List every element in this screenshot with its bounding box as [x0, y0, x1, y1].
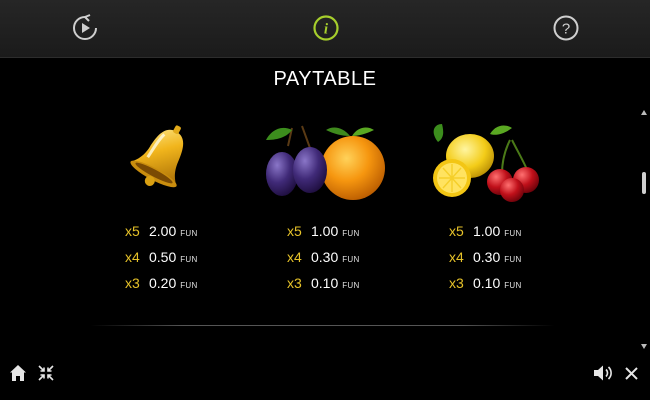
svg-text:i: i: [324, 22, 329, 38]
payout-amount: 0.20: [149, 275, 177, 291]
payout-amount: 2.00: [149, 223, 177, 239]
currency: FUN: [180, 255, 198, 264]
payout-row: x3 0.20 FUN: [125, 273, 245, 299]
home-button[interactable]: [9, 364, 27, 387]
scroll-up-arrow[interactable]: [641, 110, 647, 115]
home-icon: [10, 365, 26, 381]
symbol-lemon-cherry: [424, 118, 546, 210]
payout-row: x4 0.30 FUN: [449, 247, 569, 273]
scroll-thumb[interactable]: [642, 172, 646, 194]
multiplier: x4: [449, 249, 464, 265]
payout-amount: 0.30: [473, 249, 501, 265]
collapse-button[interactable]: [38, 365, 54, 386]
paytable-group-2: x5 1.00 FUN x4 0.30 FUN x3 0.10 FUN: [287, 221, 407, 299]
currency: FUN: [342, 229, 360, 238]
payout-row: x5 1.00 FUN: [449, 221, 569, 247]
payout-amount: 0.30: [311, 249, 339, 265]
currency: FUN: [504, 255, 522, 264]
payout-amount: 1.00: [473, 223, 501, 239]
currency: FUN: [504, 229, 522, 238]
currency: FUN: [342, 255, 360, 264]
svg-text:?: ?: [562, 21, 570, 38]
bell-icon: [130, 125, 184, 188]
page-title: PAYTABLE: [273, 68, 377, 90]
close-icon: [625, 367, 638, 380]
plum-icon: [266, 125, 327, 196]
payout-row: x3 0.10 FUN: [287, 273, 407, 299]
sound-icon: [594, 365, 612, 381]
multiplier: x5: [449, 223, 464, 239]
payout-row: x4 0.30 FUN: [287, 247, 407, 273]
symbol-plum-orange: [258, 118, 388, 210]
help-icon: ?: [553, 15, 579, 41]
currency: FUN: [504, 281, 522, 290]
paytable-group-3: x5 1.00 FUN x4 0.30 FUN x3 0.10 FUN: [449, 221, 569, 299]
symbol-bell: [120, 118, 200, 210]
multiplier: x3: [287, 275, 302, 291]
sound-button[interactable]: [593, 364, 613, 387]
currency: FUN: [342, 281, 360, 290]
multiplier: x4: [125, 249, 140, 265]
currency: FUN: [180, 281, 198, 290]
payout-amount: 0.10: [473, 275, 501, 291]
help-button[interactable]: ?: [551, 13, 581, 43]
multiplier: x5: [287, 223, 302, 239]
multiplier: x4: [287, 249, 302, 265]
replay-icon: [73, 14, 97, 40]
scroll-down-arrow[interactable]: [641, 344, 647, 349]
multiplier: x5: [125, 223, 140, 239]
collapse-icon: [38, 365, 54, 381]
orange-icon: [321, 127, 385, 200]
payout-amount: 0.50: [149, 249, 177, 265]
multiplier: x3: [449, 275, 464, 291]
payout-amount: 0.10: [311, 275, 339, 291]
payout-row: x5 2.00 FUN: [125, 221, 245, 247]
close-button[interactable]: [624, 366, 639, 386]
currency: FUN: [180, 229, 198, 238]
top-bar: i ?: [0, 0, 650, 58]
paytable-group-1: x5 2.00 FUN x4 0.50 FUN x3 0.20 FUN: [125, 221, 245, 299]
cherry-icon: [487, 139, 539, 202]
multiplier: x3: [125, 275, 140, 291]
payout-row: x5 1.00 FUN: [287, 221, 407, 247]
payout-amount: 1.00: [311, 223, 339, 239]
info-button[interactable]: i: [311, 13, 341, 43]
section-divider: [90, 325, 555, 326]
payout-row: x4 0.50 FUN: [125, 247, 245, 273]
replay-button[interactable]: [70, 13, 100, 43]
info-icon: i: [313, 15, 339, 41]
payout-row: x3 0.10 FUN: [449, 273, 569, 299]
scrollbar[interactable]: [641, 110, 647, 350]
